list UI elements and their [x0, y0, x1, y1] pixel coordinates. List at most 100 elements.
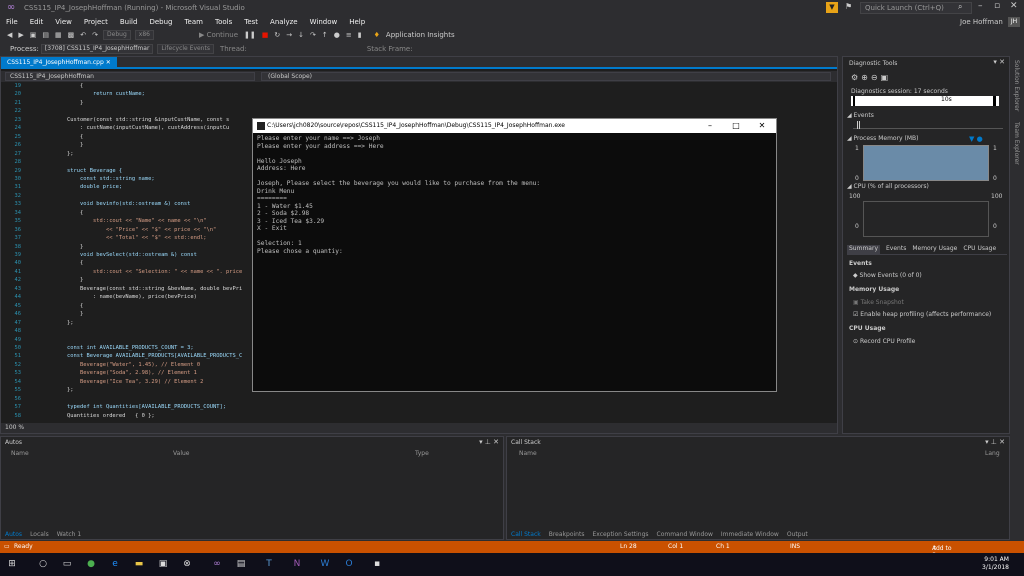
code-text[interactable]: Beverage("Water", 1.45), // Element 0 [67, 362, 200, 369]
code-text[interactable]: Beverage(const std::string &bevName, dou… [67, 286, 242, 293]
column-lang[interactable]: Lang [985, 450, 1000, 457]
tab-events[interactable]: Events [886, 245, 906, 254]
step-over-icon[interactable]: ↷ [307, 31, 319, 39]
restore-button[interactable]: ▫ [994, 1, 1000, 11]
process-memory-chart[interactable] [863, 145, 989, 181]
comment-icon[interactable]: ≡ [343, 31, 355, 39]
tab-autos[interactable]: Autos [5, 531, 22, 538]
system-clock[interactable]: 9:01 AM 3/1/2018 [982, 556, 1009, 572]
code-text[interactable]: { [67, 303, 83, 310]
autos-panel-controls[interactable]: ▾ ⊥ ✕ [479, 438, 499, 446]
menu-edit[interactable]: Edit [24, 18, 50, 26]
close-icon[interactable]: ✕ [106, 59, 111, 66]
code-text[interactable]: }; [67, 151, 74, 158]
lifecycle-events-select[interactable]: Lifecycle Events [157, 44, 214, 54]
snapshot-marker-icon[interactable]: ▼ ● [969, 135, 983, 143]
code-text[interactable]: { [67, 134, 83, 141]
code-text[interactable]: void bevinfo(std::ostream &) const [67, 201, 190, 208]
team-explorer-tab[interactable]: Team Explorer [1013, 122, 1020, 165]
take-snapshot-button[interactable]: ▣ Take Snapshot [853, 299, 904, 306]
menu-window[interactable]: Window [304, 18, 344, 26]
code-text[interactable]: const int AVAILABLE_PRODUCTS_COUNT = 3; [67, 345, 194, 352]
tab-breakpoints[interactable]: Breakpoints [549, 531, 585, 538]
tab-memory-usage[interactable]: Memory Usage [912, 245, 957, 254]
tab-immediate-window[interactable]: Immediate Window [721, 531, 779, 538]
project-select[interactable]: CSS115_IP4_JosephHoffman [5, 72, 255, 81]
undo-icon[interactable]: ↶ [77, 31, 89, 39]
console-maximize-button[interactable]: □ [723, 119, 749, 133]
restart-icon[interactable]: ↻ [271, 31, 283, 39]
menu-help[interactable]: Help [343, 18, 371, 26]
tab-exception-settings[interactable]: Exception Settings [592, 531, 648, 538]
teams-icon[interactable]: T [262, 558, 276, 571]
show-events-link[interactable]: ◆ Show Events (0 of 0) [853, 272, 922, 279]
code-text[interactable]: }; [67, 387, 74, 394]
windows-start-icon[interactable]: ⊞ [5, 558, 19, 571]
search-icon[interactable]: ○ [36, 558, 50, 571]
call-stack-panel-controls[interactable]: ▾ ⊥ ✕ [985, 438, 1005, 446]
pause-icon[interactable]: ❚❚ [241, 31, 259, 39]
code-text[interactable]: } [67, 100, 83, 107]
column-type[interactable]: Type [415, 450, 429, 457]
show-next-statement-icon[interactable]: → [283, 31, 295, 39]
code-text[interactable]: Quantities ordered { 0 }; [67, 413, 155, 420]
step-into-icon[interactable]: ↓ [295, 31, 307, 39]
xbox-icon[interactable]: ⊗ [180, 558, 194, 571]
scope-select[interactable]: (Global Scope) [261, 72, 831, 81]
timeline-ruler[interactable]: 10s [851, 96, 999, 106]
forward-icon[interactable]: ▶ [15, 31, 26, 39]
tab-command-window[interactable]: Command Window [657, 531, 713, 538]
column-name[interactable]: Name [11, 450, 29, 457]
quick-launch-input[interactable]: Quick Launch (Ctrl+Q) [860, 2, 972, 14]
avatar[interactable]: JH [1008, 17, 1020, 27]
enable-heap-profiling-checkbox[interactable]: ☑ Enable heap profiling (affects perform… [853, 311, 991, 318]
events-track[interactable] [853, 121, 1003, 129]
zoom-level[interactable]: 100 % [1, 423, 837, 433]
edge-icon[interactable]: e [108, 558, 122, 571]
bookmark-icon[interactable]: ▮ [355, 31, 365, 39]
process-select[interactable]: [3708] CSS115_IP4_JosephHoffmar [41, 44, 154, 54]
code-text[interactable]: { [67, 83, 83, 90]
code-line[interactable]: 58Quantities ordered { 0 }; [1, 413, 837, 420]
code-text[interactable]: typedef int Quantities[AVAILABLE_PRODUCT… [67, 404, 226, 411]
code-text[interactable]: : custName(inputCustName), custAddress(i… [67, 125, 229, 132]
menu-build[interactable]: Build [114, 18, 144, 26]
menu-file[interactable]: File [0, 18, 24, 26]
continue-button[interactable]: ▶ Continue [196, 31, 241, 39]
cpu-chart[interactable] [863, 201, 989, 237]
code-line[interactable]: 19 { [1, 83, 837, 90]
step-out-icon[interactable]: ↑ [319, 31, 331, 39]
save-icon[interactable]: ▦ [52, 31, 65, 39]
user-name[interactable]: Joe Hoffman [960, 18, 1003, 26]
code-line[interactable]: 22 [1, 108, 837, 115]
console-output[interactable]: Please enter your name ==> Joseph Please… [257, 135, 772, 389]
console-window[interactable]: C:\Users\jch0820\source\repos\CSS115_IP4… [252, 118, 777, 392]
back-icon[interactable]: ◀ [4, 31, 15, 39]
settings-icon[interactable]: ⚙ [851, 73, 861, 82]
panel-controls[interactable]: ▾ ✕ [993, 58, 1005, 66]
menu-project[interactable]: Project [78, 18, 114, 26]
code-text[interactable]: struct Beverage { [67, 168, 122, 175]
column-name[interactable]: Name [519, 450, 537, 457]
column-value[interactable]: Value [173, 450, 189, 457]
code-text[interactable]: const std::string name; [67, 176, 155, 183]
tab-locals[interactable]: Locals [30, 531, 49, 538]
menu-debug[interactable]: Debug [143, 18, 178, 26]
code-text[interactable]: } [67, 311, 83, 318]
code-text[interactable]: }; [67, 320, 74, 327]
configuration-select[interactable]: Debug [103, 30, 131, 40]
file-explorer-icon[interactable]: ▬ [132, 558, 146, 571]
code-text[interactable]: void bevSelect(std::ostream &) const [67, 252, 197, 259]
tab-source-file[interactable]: CSS115_IP4_JosephHoffman.cpp ✕ [1, 57, 117, 69]
store-icon[interactable]: ▣ [156, 558, 170, 571]
platform-select[interactable]: x86 [135, 30, 154, 40]
code-line[interactable]: 21 } [1, 100, 837, 107]
minimize-button[interactable]: – [978, 1, 983, 11]
application-insights-button[interactable]: Application Insights [383, 31, 458, 39]
code-text[interactable]: Customer(const std::string &inputCustNam… [67, 117, 229, 124]
code-text[interactable]: Beverage("Soda", 2.98), // Element 1 [67, 370, 197, 377]
notification-filter-icon[interactable]: ▼ [826, 2, 838, 13]
code-text[interactable]: } [67, 244, 83, 251]
menu-tools[interactable]: Tools [209, 18, 238, 26]
chrome-icon[interactable]: ● [84, 558, 98, 571]
